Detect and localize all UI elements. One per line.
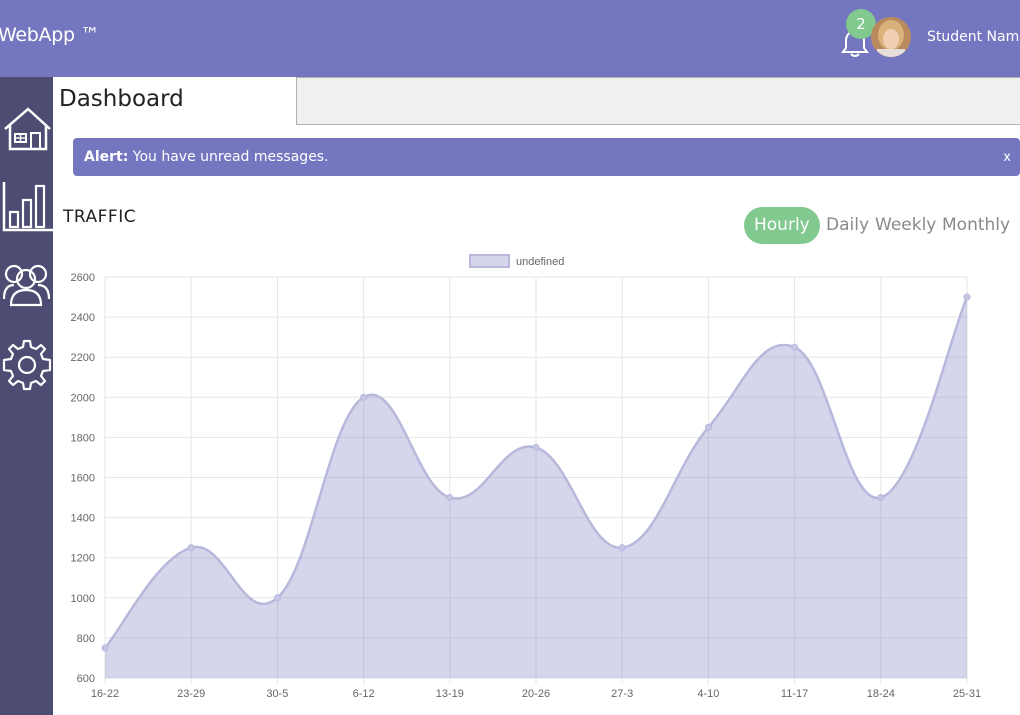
data-point	[963, 293, 971, 301]
users-icon[interactable]	[0, 255, 53, 315]
y-tick-label: 800	[77, 633, 95, 645]
alert-banner: Alert: You have unread messages. x	[73, 138, 1020, 176]
data-point	[187, 544, 195, 552]
bar-chart-icon[interactable]	[0, 178, 53, 238]
avatar[interactable]	[871, 17, 911, 57]
data-point	[446, 494, 454, 502]
data-point	[273, 594, 281, 602]
sidebar	[0, 77, 53, 715]
legend-swatch	[469, 254, 510, 268]
x-tick-label: 6-12	[353, 688, 375, 700]
x-tick-label: 13-19	[436, 688, 464, 700]
x-tick-label: 18-24	[867, 688, 895, 700]
tab-weekly[interactable]: Weekly	[875, 207, 936, 244]
page-title-bar: Dashboard	[53, 77, 296, 126]
app-logo[interactable]: WebApp ™	[0, 24, 99, 46]
gear-icon[interactable]	[0, 335, 53, 395]
y-tick-label: 600	[77, 673, 95, 685]
x-tick-label: 4-10	[697, 688, 719, 700]
x-tick-label: 25-31	[953, 688, 981, 700]
data-point	[618, 544, 626, 552]
home-icon[interactable]	[0, 101, 53, 161]
x-tick-label: 11-17	[781, 688, 808, 700]
data-point	[101, 644, 109, 652]
y-tick-label: 2400	[71, 312, 95, 324]
y-tick-label: 1600	[71, 473, 95, 485]
top-header: WebApp ™ 2 Student Name	[0, 0, 1020, 77]
data-point	[877, 494, 885, 502]
y-tick-label: 2600	[71, 272, 95, 284]
data-point	[532, 443, 540, 451]
header-search-field[interactable]	[296, 77, 1020, 125]
legend-label: undefined	[516, 256, 564, 268]
x-tick-label: 27-3	[611, 688, 633, 700]
y-tick-label: 1800	[71, 432, 95, 444]
x-tick-label: 20-26	[522, 688, 550, 700]
x-tick-label: 30-5	[266, 688, 288, 700]
page-title: Dashboard	[59, 86, 184, 112]
y-tick-label: 2200	[71, 352, 95, 364]
user-name[interactable]: Student Name	[927, 29, 1020, 45]
alert-message: You have unread messages.	[128, 149, 329, 165]
tab-monthly[interactable]: Monthly	[942, 207, 1010, 244]
alert-label: Alert:	[84, 149, 129, 165]
tab-hourly[interactable]: Hourly	[744, 207, 820, 244]
data-point	[704, 423, 712, 431]
traffic-chart: 600 800 1000 1200 1400 1600 1800 2000 2200 2400 26…	[71, 254, 981, 700]
alert-text: Alert: You have unread messages.	[84, 149, 329, 165]
x-tick-label: 16-22	[91, 688, 119, 700]
y-tick-label: 1400	[71, 513, 95, 525]
y-tick-label: 2000	[71, 392, 95, 404]
x-tick-label: 23-29	[177, 688, 205, 700]
tab-daily[interactable]: Daily	[826, 207, 869, 244]
alert-close-button[interactable]: x	[1003, 150, 1011, 165]
data-point	[360, 393, 368, 401]
traffic-title: TRAFFIC	[63, 207, 137, 227]
y-tick-label: 1000	[71, 593, 95, 605]
data-point	[791, 343, 799, 351]
y-tick-label: 1200	[71, 553, 95, 565]
